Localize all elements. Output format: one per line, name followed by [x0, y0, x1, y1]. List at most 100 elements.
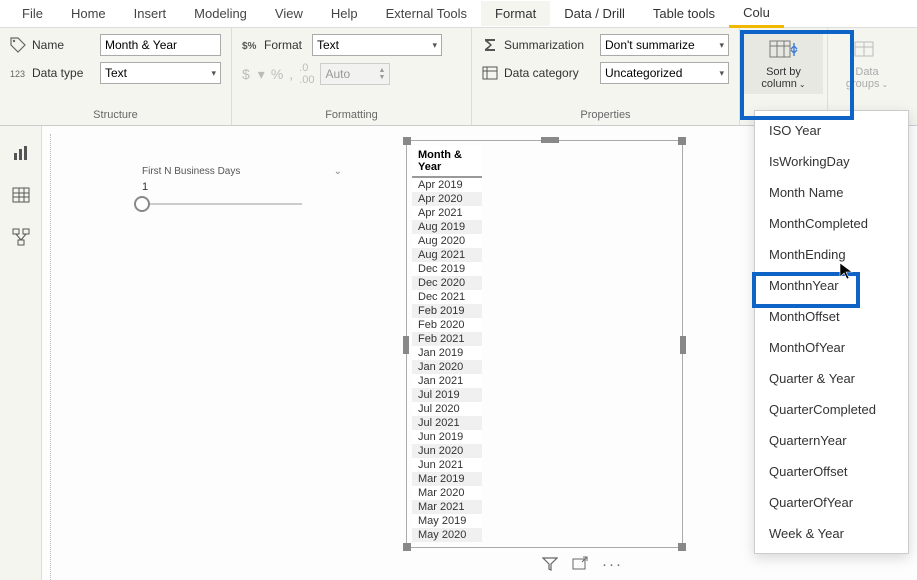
chevron-down-icon: ⌄ — [881, 80, 888, 89]
name-label: Name — [32, 38, 94, 52]
slicer-value: 1 — [142, 181, 342, 193]
group-title-structure: Structure — [10, 107, 221, 123]
decimal-button[interactable]: .0.00 — [299, 62, 314, 86]
tab-modeling[interactable]: Modeling — [180, 1, 261, 26]
sort-by-column-menu: ISO YearIsWorkingDayMonth NameMonthCompl… — [754, 110, 909, 554]
chevron-down-icon: ▾ — [719, 68, 724, 79]
datatype-value: Text — [105, 66, 127, 80]
model-view-icon[interactable] — [10, 226, 32, 248]
resize-handle[interactable] — [678, 543, 686, 551]
format-value: Text — [317, 38, 339, 52]
tab-external-tools[interactable]: External Tools — [372, 1, 481, 26]
name-input[interactable]: Month & Year — [100, 34, 221, 56]
sort-menu-item[interactable]: MonthnYear — [755, 270, 908, 301]
chevron-down-icon[interactable]: ⌄ — [334, 166, 342, 177]
filter-icon[interactable] — [542, 556, 558, 573]
category-icon — [482, 65, 498, 81]
sort-menu-item[interactable]: QuarternYear — [755, 425, 908, 456]
datatype-dropdown[interactable]: Text ▾ — [100, 62, 221, 84]
slider-thumb[interactable] — [134, 196, 150, 212]
sort-menu-item[interactable]: Month Name — [755, 177, 908, 208]
data-view-icon[interactable] — [10, 184, 32, 206]
tab-colu[interactable]: Colu — [729, 0, 784, 28]
focus-mode-icon[interactable] — [572, 556, 588, 573]
visual-action-bar: ··· — [542, 556, 623, 573]
table-visual[interactable]: Month & Year Apr 2019Apr 2020Apr 2021Aug… — [412, 146, 677, 542]
stepper-down-icon: ▼ — [379, 74, 386, 81]
tag-icon — [10, 37, 26, 53]
sort-icon — [768, 36, 800, 64]
summarization-dropdown[interactable]: Don't summarize ▾ — [600, 34, 729, 56]
cursor-icon — [839, 262, 855, 280]
format-dropdown[interactable]: Text ▾ — [312, 34, 442, 56]
more-options-icon[interactable]: ··· — [602, 556, 623, 573]
sort-menu-item[interactable]: QuarterCompleted — [755, 394, 908, 425]
resize-handle[interactable] — [403, 336, 409, 354]
sort-menu-item[interactable]: IsWorkingDay — [755, 146, 908, 177]
groups-label-2: groups — [846, 78, 880, 90]
currency-button[interactable]: $▾ — [242, 66, 265, 83]
resize-handle[interactable] — [678, 137, 686, 145]
groups-label-1: Data — [855, 66, 878, 78]
sort-label-2: column — [761, 78, 796, 90]
sort-label-1: Sort by — [766, 66, 801, 78]
ribbon-group-properties: Summarization Don't summarize ▾ Data cat… — [472, 28, 740, 125]
stepper-up-icon: ▲ — [379, 67, 386, 74]
summarization-label: Summarization — [504, 38, 594, 52]
format-icon: $% — [242, 37, 258, 53]
sort-menu-item[interactable]: Week & Year — [755, 518, 908, 549]
chevron-down-icon: ▾ — [211, 68, 216, 79]
resize-handle[interactable] — [680, 336, 686, 354]
tab-format[interactable]: Format — [481, 1, 550, 26]
comma-button[interactable]: , — [289, 66, 293, 82]
resize-handle[interactable] — [403, 137, 411, 145]
sort-by-column-button[interactable]: Sort by column⌄ — [744, 32, 823, 94]
chevron-down-icon: ▾ — [719, 40, 724, 51]
sort-menu-item[interactable]: ISO Year — [755, 115, 908, 146]
slider-track[interactable] — [142, 203, 302, 205]
sort-menu-item[interactable]: QuarterOfYear — [755, 487, 908, 518]
slicer-title: First N Business Days — [142, 166, 240, 177]
tab-help[interactable]: Help — [317, 1, 372, 26]
tab-table-tools[interactable]: Table tools — [639, 1, 729, 26]
data-groups-button[interactable]: Data groups⌄ — [832, 32, 902, 94]
tab-data-drill[interactable]: Data / Drill — [550, 1, 639, 26]
ribbon-group-structure: Name Month & Year 123 Data type Text ▾ S… — [0, 28, 232, 125]
sort-menu-item[interactable]: MonthCompleted — [755, 208, 908, 239]
sigma-icon — [482, 37, 498, 53]
chevron-down-icon: ▾ — [432, 40, 437, 51]
slicer-visual[interactable]: First N Business Days ⌄ 1 — [142, 166, 342, 205]
tab-home[interactable]: Home — [57, 1, 120, 26]
resize-handle[interactable] — [541, 137, 559, 143]
auto-label: Auto — [325, 67, 350, 81]
ribbon-group-formatting: $% Format Text ▾ $▾ % , .0.00 Auto ▲▼ Fo… — [232, 28, 472, 125]
groups-icon — [851, 36, 883, 64]
report-view-icon[interactable] — [10, 142, 32, 164]
group-title-formatting: Formatting — [242, 107, 461, 123]
percent-button[interactable]: % — [271, 66, 283, 82]
resize-handle[interactable] — [403, 543, 411, 551]
tab-insert[interactable]: Insert — [120, 1, 181, 26]
sort-menu-item[interactable]: Quarter & Year — [755, 363, 908, 394]
view-rail — [0, 126, 42, 580]
svg-text:123: 123 — [10, 69, 25, 79]
ribbon-tabs: FileHomeInsertModelingViewHelpExternal T… — [0, 0, 917, 28]
sort-menu-item[interactable]: MonthOffset — [755, 301, 908, 332]
sort-menu-item[interactable]: MonthOfYear — [755, 332, 908, 363]
tab-view[interactable]: View — [261, 1, 317, 26]
tab-file[interactable]: File — [8, 1, 57, 26]
sort-menu-item[interactable]: MonthEnding — [755, 239, 908, 270]
selection-border — [406, 140, 683, 548]
category-label: Data category — [504, 66, 594, 80]
datatype-icon: 123 — [10, 65, 26, 81]
format-label: Format — [264, 38, 306, 52]
decimal-places-input[interactable]: Auto ▲▼ — [320, 63, 390, 85]
sort-menu-item[interactable]: QuarterOffset — [755, 456, 908, 487]
svg-text:$%: $% — [242, 41, 257, 52]
summarization-value: Don't summarize — [605, 38, 695, 52]
category-value: Uncategorized — [605, 66, 682, 80]
chevron-down-icon: ⌄ — [799, 80, 806, 89]
category-dropdown[interactable]: Uncategorized ▾ — [600, 62, 729, 84]
name-value: Month & Year — [105, 38, 177, 52]
group-title-properties: Properties — [482, 107, 729, 123]
